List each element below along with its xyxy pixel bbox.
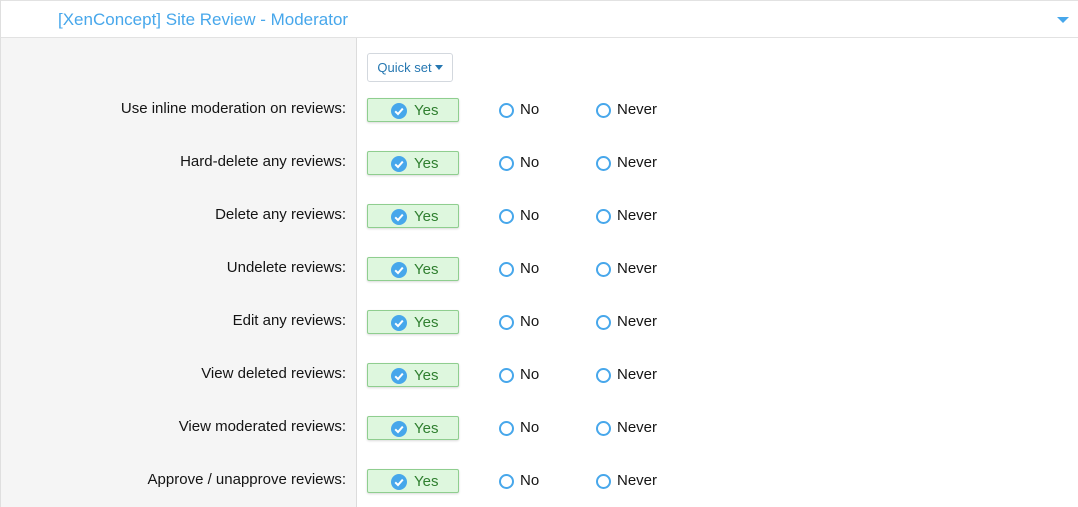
radio-icon [596,421,611,436]
option-never-label: Never [617,313,658,330]
permission-label: View moderated reviews: [178,418,346,435]
option-never-label: Never [617,154,658,171]
radio-icon [596,156,611,171]
option-never[interactable]: Never [596,416,666,440]
option-never-label: Never [617,419,658,436]
radio-icon [499,421,514,436]
check-circle-icon [391,156,407,172]
radio-icon [499,474,514,489]
radio-icon [596,103,611,118]
radio-icon [596,368,611,383]
option-never-label: Never [617,366,658,383]
option-yes-label: Yes [414,473,439,490]
option-yes[interactable]: Yes [367,416,459,440]
option-no-label: No [520,101,540,118]
radio-icon [499,209,514,224]
option-no-label: No [520,260,540,277]
quick-set-button[interactable]: Quick set [367,53,453,82]
option-never[interactable]: Never [596,363,666,387]
option-no[interactable]: No [499,416,549,440]
permission-row: View deleted reviews: Yes No Never [1,363,1078,416]
option-never-label: Never [617,101,658,118]
option-yes[interactable]: Yes [367,204,459,228]
option-no[interactable]: No [499,257,549,281]
option-yes[interactable]: Yes [367,257,459,281]
check-circle-icon [391,368,407,384]
option-yes[interactable]: Yes [367,363,459,387]
radio-icon [499,368,514,383]
option-no[interactable]: No [499,469,549,493]
option-yes-label: Yes [414,208,439,225]
option-yes[interactable]: Yes [367,98,459,122]
permission-label: View deleted reviews: [201,365,346,382]
radio-icon [596,262,611,277]
option-never-label: Never [617,260,658,277]
option-yes-label: Yes [414,261,439,278]
section-title[interactable]: [XenConcept] Site Review - Moderator [58,10,348,30]
option-yes[interactable]: Yes [367,469,459,493]
permission-row: Undelete reviews: Yes No Never [1,257,1078,310]
radio-icon [596,474,611,489]
permission-row: Hard-delete any reviews: Yes No Never [1,151,1078,204]
option-never[interactable]: Never [596,98,666,122]
check-circle-icon [391,262,407,278]
radio-icon [499,103,514,118]
option-no[interactable]: No [499,151,549,175]
option-never-label: Never [617,472,658,489]
option-yes[interactable]: Yes [367,310,459,334]
radio-icon [596,315,611,330]
option-yes[interactable]: Yes [367,151,459,175]
option-never[interactable]: Never [596,310,666,334]
radio-icon [596,209,611,224]
permission-row: View moderated reviews: Yes No Never [1,416,1078,469]
option-never[interactable]: Never [596,469,666,493]
option-yes-label: Yes [414,367,439,384]
permission-row: Use inline moderation on reviews: Yes No… [1,98,1078,151]
option-no-label: No [520,472,540,489]
option-no-label: No [520,313,540,330]
quick-set-label: Quick set [377,60,432,75]
check-circle-icon [391,103,407,119]
permission-label: Approve / unapprove reviews: [147,471,346,488]
radio-icon [499,315,514,330]
check-circle-icon [391,421,407,437]
permission-label: Undelete reviews: [226,259,346,276]
permission-row: Delete any reviews: Yes No Never [1,204,1078,257]
check-circle-icon [391,209,407,225]
check-circle-icon [391,474,407,490]
check-circle-icon [391,315,407,331]
caret-down-icon [434,65,443,71]
option-no[interactable]: No [499,310,549,334]
option-no-label: No [520,419,540,436]
option-yes-label: Yes [414,102,439,119]
option-never[interactable]: Never [596,204,666,228]
section-header[interactable]: [XenConcept] Site Review - Moderator [1,0,1078,38]
option-yes-label: Yes [414,420,439,437]
option-never-label: Never [617,207,658,224]
option-no-label: No [520,207,540,224]
permission-row: Approve / unapprove reviews: Yes No Neve… [1,469,1078,507]
option-never[interactable]: Never [596,151,666,175]
option-yes-label: Yes [414,314,439,331]
chevron-down-icon[interactable] [1056,14,1070,26]
option-no-label: No [520,154,540,171]
permission-label: Hard-delete any reviews: [180,153,346,170]
option-no-label: No [520,366,540,383]
option-never[interactable]: Never [596,257,666,281]
option-no[interactable]: No [499,98,549,122]
permission-panel: [XenConcept] Site Review - Moderator Qui… [0,0,1078,507]
option-no[interactable]: No [499,204,549,228]
option-no[interactable]: No [499,363,549,387]
permission-label: Edit any reviews: [232,312,346,329]
option-yes-label: Yes [414,155,439,172]
radio-icon [499,262,514,277]
permission-label: Delete any reviews: [215,206,346,223]
permission-label: Use inline moderation on reviews: [120,100,346,117]
radio-icon [499,156,514,171]
permission-row: Edit any reviews: Yes No Never [1,310,1078,363]
